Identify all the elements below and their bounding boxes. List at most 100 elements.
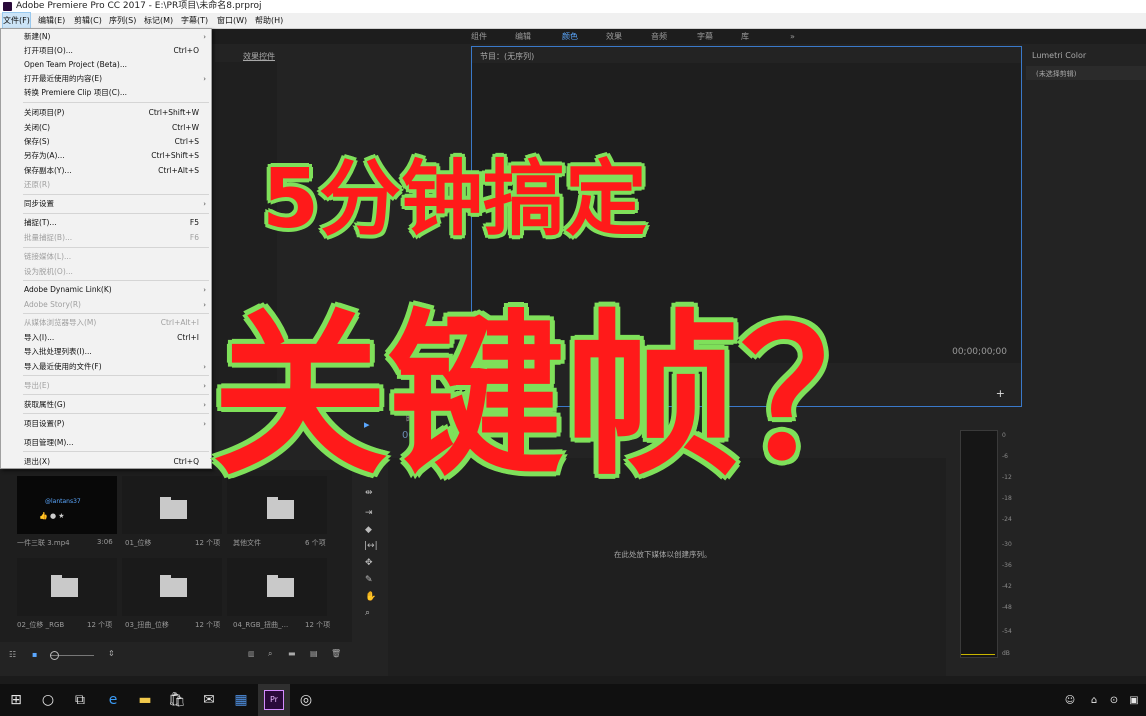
- new-item-icon[interactable]: ▤: [310, 649, 318, 658]
- menu-marker[interactable]: 标记(M): [144, 13, 173, 28]
- file-menu-item[interactable]: 关闭项目(P) Ctrl+Shift+W: [1, 106, 211, 120]
- premiere-taskbar-icon[interactable]: Pr: [258, 684, 290, 716]
- menu-separator: [23, 413, 209, 414]
- file-menu-item[interactable]: 保存副本(Y)... Ctrl+Alt+S: [1, 164, 211, 178]
- menu-item-label: 打开项目(O)...: [24, 46, 73, 55]
- clip-thumbnail[interactable]: @lantans37 👍 ● ★: [17, 476, 117, 534]
- slip-tool-icon[interactable]: |↔|: [364, 541, 378, 551]
- menu-item-label: Adobe Story(R): [24, 300, 81, 309]
- automate-icon[interactable]: ▥: [248, 650, 255, 658]
- file-menu-item[interactable]: 关闭(C) Ctrl+W: [1, 121, 211, 135]
- file-menu-item[interactable]: Adobe Story(R) ›: [1, 298, 211, 312]
- bin-thumbnail[interactable]: [122, 558, 222, 616]
- submenu-arrow-icon: ›: [203, 200, 206, 208]
- find-icon[interactable]: ⌕: [268, 649, 272, 659]
- file-menu-item[interactable]: 导入最近使用的文件(F) ›: [1, 360, 211, 374]
- file-menu-item[interactable]: 导入批处理列表(I)...: [1, 345, 211, 359]
- workspace-color[interactable]: 颜色: [562, 29, 578, 44]
- mail-icon[interactable]: ✉: [193, 684, 225, 716]
- workspace-overflow[interactable]: »: [790, 29, 795, 44]
- edge-browser-icon[interactable]: e: [97, 684, 129, 716]
- file-menu-item[interactable]: 另存为(A)... Ctrl+Shift+S: [1, 149, 211, 163]
- file-menu-item[interactable]: 获取属性(G) ›: [1, 398, 211, 412]
- file-menu-item[interactable]: Open Team Project (Beta)...: [1, 58, 211, 72]
- folder-icon: [267, 575, 294, 597]
- slide-tool-icon[interactable]: ✥: [365, 558, 373, 568]
- people-icon[interactable]: ☺: [1060, 684, 1080, 716]
- bin-thumbnail[interactable]: [17, 558, 117, 616]
- file-menu-item[interactable]: 设为脱机(O)...: [1, 265, 211, 279]
- menu-item-shortcut: Ctrl+Shift+S: [151, 151, 199, 160]
- menu-separator: [23, 313, 209, 314]
- workspace-audio[interactable]: 音频: [651, 29, 667, 44]
- tray-icon[interactable]: ⌂: [1084, 684, 1104, 716]
- volume-icon[interactable]: ▣: [1124, 684, 1144, 716]
- network-icon[interactable]: ⊙: [1104, 684, 1124, 716]
- trash-icon[interactable]: 🗑: [331, 649, 341, 658]
- submenu-arrow-icon: ›: [203, 301, 206, 309]
- menu-item-label: 同步设置: [24, 199, 54, 208]
- pen-tool-icon[interactable]: ✎: [365, 575, 373, 585]
- hand-tool-icon[interactable]: ✋: [365, 592, 376, 602]
- list-view-icon[interactable]: ☷: [9, 650, 16, 659]
- file-menu-item[interactable]: 捕捉(T)... F5: [1, 216, 211, 230]
- icon-view-icon[interactable]: ▪: [32, 650, 37, 659]
- workspace-editing[interactable]: 编辑: [515, 29, 531, 44]
- menu-edit[interactable]: 编辑(E): [38, 13, 65, 28]
- bin-thumbnail[interactable]: [122, 476, 222, 534]
- file-menu-item[interactable]: 导出(E) ›: [1, 379, 211, 393]
- add-button-icon[interactable]: +: [996, 387, 1005, 400]
- file-menu-item[interactable]: 批量捕捉(B)... F6: [1, 231, 211, 245]
- menu-sequence[interactable]: 序列(S): [109, 13, 136, 28]
- submenu-arrow-icon: ›: [203, 420, 206, 428]
- media-encoder-icon[interactable]: ◎: [290, 684, 322, 716]
- menu-separator: [23, 375, 209, 376]
- lumetri-title[interactable]: Lumetri Color: [1032, 51, 1086, 60]
- submenu-arrow-icon: ›: [203, 75, 206, 83]
- workspace-titles[interactable]: 字幕: [697, 29, 713, 44]
- menu-window[interactable]: 窗口(W): [217, 13, 247, 28]
- menu-item-label: 设为脱机(O)...: [24, 267, 73, 276]
- file-menu-item[interactable]: 项目管理(M)...: [1, 436, 211, 450]
- store-icon[interactable]: 🛍: [161, 684, 193, 716]
- file-menu-item[interactable]: 从媒体浏览器导入(M) Ctrl+Alt+I: [1, 316, 211, 330]
- razor-tool-icon[interactable]: ◆: [365, 525, 372, 535]
- file-menu-item[interactable]: Adobe Dynamic Link(K) ›: [1, 283, 211, 297]
- workspace-effects[interactable]: 效果: [606, 29, 622, 44]
- menu-clip[interactable]: 剪辑(C): [74, 13, 102, 28]
- app-icon[interactable]: ▦: [225, 684, 257, 716]
- workspace-assembly[interactable]: 组件: [471, 29, 487, 44]
- rate-stretch-tool-icon[interactable]: ⇥: [365, 508, 373, 518]
- zoom-tool-icon[interactable]: ⌕: [365, 608, 370, 618]
- new-bin-icon[interactable]: ▬: [288, 649, 296, 658]
- file-menu-item[interactable]: 保存(S) Ctrl+S: [1, 135, 211, 149]
- file-menu-item[interactable]: 导入(I)... Ctrl+I: [1, 331, 211, 345]
- bin-thumbnail[interactable]: [227, 558, 327, 616]
- windows-taskbar: ⊞ ○ ⧉ e ▬ 🛍 ✉ ▦ Pr ◎ ☺ ⌂ ⊙ ▣: [0, 684, 1146, 716]
- file-menu-item[interactable]: 新建(N) ›: [1, 30, 211, 44]
- file-menu-item[interactable]: 还原(R): [1, 178, 211, 192]
- bin-name: 04_RGB_扭曲_...: [233, 621, 289, 629]
- file-menu-item[interactable]: 转换 Premiere Clip 项目(C)...: [1, 86, 211, 100]
- file-menu-item[interactable]: 链接媒体(L)...: [1, 250, 211, 264]
- file-menu-item[interactable]: 打开最近使用的内容(E) ›: [1, 72, 211, 86]
- menu-help[interactable]: 帮助(H): [255, 13, 283, 28]
- menu-title[interactable]: 字幕(T): [181, 13, 208, 28]
- cortana-search-icon[interactable]: ○: [32, 684, 64, 716]
- workspace-libraries[interactable]: 库: [741, 29, 749, 44]
- file-explorer-icon[interactable]: ▬: [129, 684, 161, 716]
- menu-file[interactable]: 文件(F): [2, 12, 31, 29]
- submenu-arrow-icon: ›: [203, 286, 206, 294]
- file-menu-item[interactable]: 打开项目(O)... Ctrl+O: [1, 44, 211, 58]
- file-menu-item[interactable]: 项目设置(P) ›: [1, 417, 211, 431]
- menu-item-shortcut: F6: [189, 233, 199, 242]
- program-monitor-title[interactable]: 节目：(无序列): [480, 51, 534, 62]
- effect-controls-tab[interactable]: 效果控件: [243, 51, 275, 62]
- file-menu-item[interactable]: 退出(X) Ctrl+Q: [1, 455, 211, 469]
- zoom-slider-handle[interactable]: [50, 651, 59, 660]
- sort-icon[interactable]: ⇕: [108, 649, 115, 658]
- audio-level-line: [961, 654, 995, 655]
- task-view-icon[interactable]: ⧉: [64, 684, 96, 716]
- file-menu-item[interactable]: 同步设置 ›: [1, 197, 211, 211]
- windows-start-icon[interactable]: ⊞: [0, 684, 32, 716]
